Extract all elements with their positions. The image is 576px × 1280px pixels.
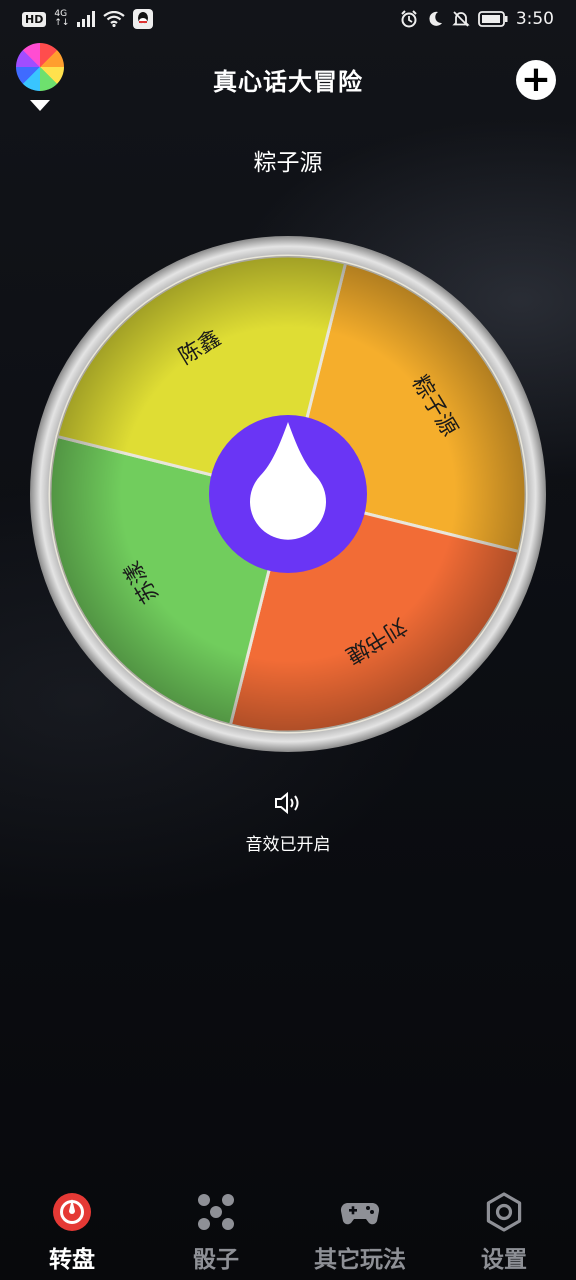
gamepad-icon [340, 1203, 380, 1225]
spin-result: 粽子源 [253, 150, 323, 176]
app-screen: HD 4G ↑↓ 3:50 真心话大冒险 + 粽子源 粽子源 刘书婕 苏漾 陈鑫… [0, 0, 576, 1280]
page-title: 真心话大冒险 [213, 68, 363, 96]
mute-bell-icon [452, 11, 470, 27]
nav-tab-dice[interactable]: 骰子 [144, 1190, 288, 1280]
nav-label-settings: 设置 [481, 1247, 527, 1273]
settings-icon [486, 1192, 522, 1232]
signal-icon [77, 11, 96, 27]
sound-toggle[interactable]: 音效已开启 [0, 790, 576, 855]
network-activity: ↑↓ [54, 18, 70, 28]
qq-icon [133, 9, 154, 29]
add-button[interactable]: + [516, 60, 556, 100]
alarm-icon [401, 10, 417, 28]
wheel-icon [53, 1193, 91, 1231]
nav-tab-settings[interactable]: 设置 [432, 1190, 576, 1280]
spin-wheel[interactable]: 粽子源 刘书婕 苏漾 陈鑫 [28, 234, 548, 754]
dropdown-arrow-icon [30, 100, 50, 111]
wifi-icon [103, 11, 126, 27]
hd-badge: HD [22, 11, 47, 27]
clock-time: 3:50 [515, 9, 554, 29]
bottom-nav: 转盘 骰子 其它玩法 设置 [0, 1190, 576, 1280]
battery-icon [477, 11, 508, 27]
nav-label-other-games: 其它玩法 [314, 1247, 406, 1273]
nav-tab-other-games[interactable]: 其它玩法 [288, 1190, 432, 1280]
status-right: 3:50 [400, 9, 554, 29]
nav-tab-wheel[interactable]: 转盘 [0, 1190, 144, 1280]
moon-icon [429, 11, 442, 26]
sound-status-label: 音效已开启 [245, 835, 331, 855]
app-header: 真心话大冒险 + [0, 40, 576, 120]
nav-label-dice: 骰子 [193, 1247, 239, 1273]
wheel-graphic: 粽子源刘书婕苏漾陈鑫 [30, 236, 546, 752]
status-left: HD 4G ↑↓ [22, 9, 154, 29]
nav-label-wheel: 转盘 [49, 1247, 95, 1273]
speaker-icon [275, 791, 299, 815]
plus-icon: + [520, 59, 552, 100]
dice-icon [198, 1194, 234, 1230]
network-indicator: 4G ↑↓ [54, 10, 69, 28]
status-bar: HD 4G ↑↓ 3:50 [0, 0, 576, 38]
